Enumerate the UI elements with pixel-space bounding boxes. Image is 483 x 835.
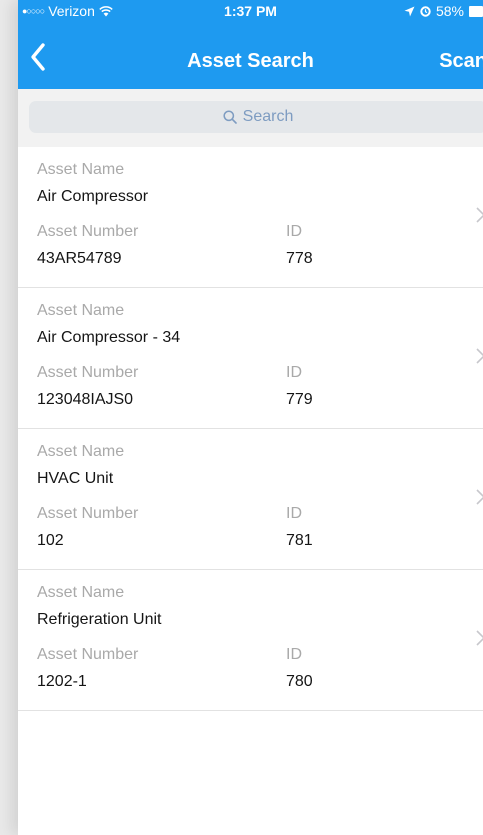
chevron-right-icon xyxy=(476,348,483,364)
asset-name-value: Air Compressor - 34 xyxy=(37,329,181,346)
asset-name-value: Refrigeration Unit xyxy=(37,611,162,628)
asset-number-label: Asset Number xyxy=(37,223,139,240)
asset-number-label: Asset Number xyxy=(37,646,139,663)
asset-name-label: Asset Name xyxy=(37,584,125,601)
asset-id-value: 778 xyxy=(286,250,313,267)
asset-list-item[interactable]: Asset Name Air Compressor Asset Number 4… xyxy=(18,147,483,288)
asset-id-label: ID xyxy=(286,364,302,381)
asset-name-value: HVAC Unit xyxy=(37,470,114,487)
chevron-right-icon xyxy=(476,489,483,505)
asset-list-item[interactable]: Asset Name HVAC Unit Asset Number 102 ID… xyxy=(18,429,483,570)
battery-icon xyxy=(469,5,483,17)
status-right: 58% xyxy=(404,3,483,19)
chevron-right-icon xyxy=(476,207,483,223)
asset-list: Asset Name Air Compressor Asset Number 4… xyxy=(18,147,483,711)
location-arrow-icon xyxy=(404,6,415,16)
battery-percent: 58% xyxy=(435,3,464,19)
asset-name-label: Asset Name xyxy=(37,443,125,460)
search-icon xyxy=(223,110,237,124)
scan-button[interactable]: Scan xyxy=(439,50,483,73)
asset-id-label: ID xyxy=(286,223,302,240)
search-area: Search xyxy=(18,89,483,147)
alarm-icon xyxy=(420,5,431,17)
search-placeholder: Search xyxy=(242,108,294,125)
chevron-right-icon xyxy=(476,630,483,646)
asset-name-label: Asset Name xyxy=(37,161,125,178)
asset-id-value: 779 xyxy=(286,391,313,408)
asset-number-value: 1202-1 xyxy=(37,673,87,690)
asset-list-item[interactable]: Asset Name Refrigeration Unit Asset Numb… xyxy=(18,570,483,711)
phone-screen: ●○○○○ Verizon 1:37 PM 58% Asset Search S… xyxy=(18,0,483,835)
asset-name-label: Asset Name xyxy=(37,302,125,319)
asset-id-label: ID xyxy=(286,505,302,522)
asset-number-label: Asset Number xyxy=(37,505,139,522)
page-title: Asset Search xyxy=(187,50,314,72)
asset-number-value: 102 xyxy=(37,532,64,549)
navigation-bar: Asset Search Scan xyxy=(18,22,483,89)
asset-number-value: 123048IAJS0 xyxy=(37,391,134,408)
status-bar: ●○○○○ Verizon 1:37 PM 58% xyxy=(18,0,483,22)
asset-number-value: 43AR54789 xyxy=(37,250,122,267)
asset-id-value: 780 xyxy=(286,673,313,690)
asset-name-value: Air Compressor xyxy=(37,188,149,205)
asset-id-value: 781 xyxy=(286,532,313,549)
asset-number-label: Asset Number xyxy=(37,364,139,381)
search-input[interactable]: Search xyxy=(29,101,483,133)
asset-id-label: ID xyxy=(286,646,302,663)
asset-list-item[interactable]: Asset Name Air Compressor - 34 Asset Num… xyxy=(18,288,483,429)
